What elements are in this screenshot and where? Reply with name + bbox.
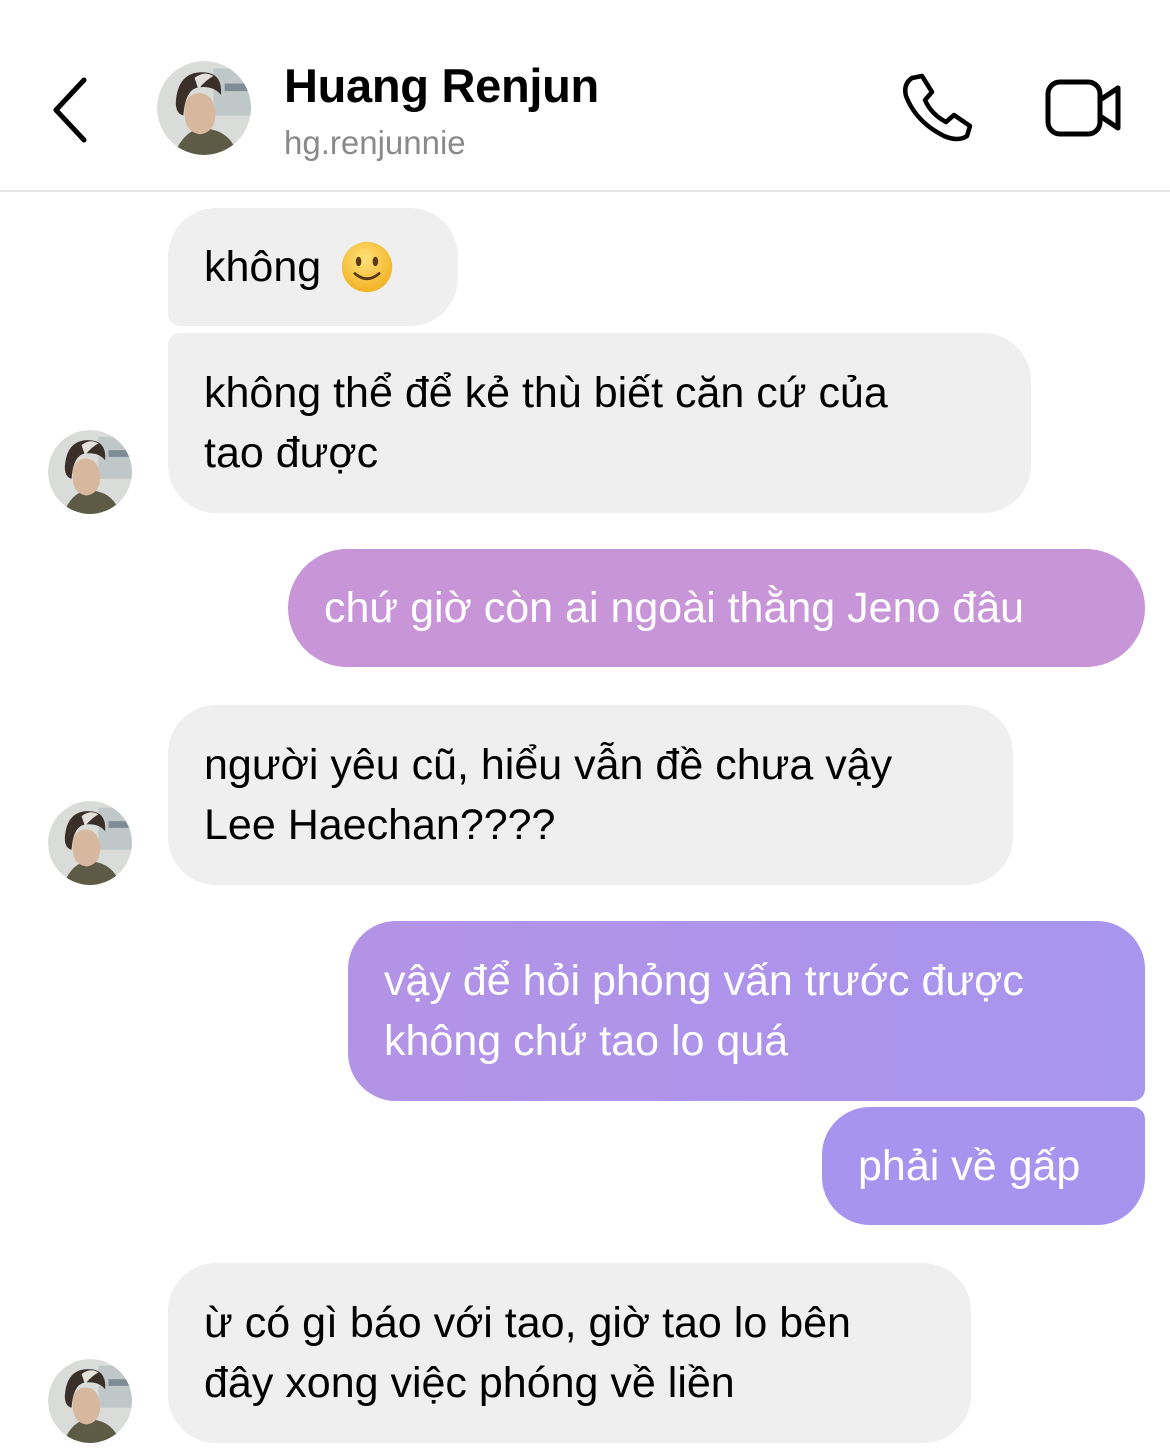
voice-call-button[interactable]	[898, 72, 974, 144]
chat-header: Huang Renjun hg.renjunnie	[0, 0, 1170, 192]
message-text: chứ giờ còn ai ngoài thằng Jeno đâu	[324, 584, 1025, 632]
slightly-smiling-face-icon	[341, 241, 393, 293]
sender-avatar[interactable]	[48, 1359, 132, 1443]
contact-avatar[interactable]	[157, 61, 251, 155]
video-call-button[interactable]	[1044, 76, 1124, 140]
message-text: không thể để kẻ thù biết căn cứ của	[204, 369, 888, 417]
message-text: không	[204, 243, 322, 291]
chevron-left-icon	[53, 77, 87, 143]
video-camera-icon	[1045, 79, 1121, 137]
message-text: phải về gấp	[858, 1142, 1081, 1190]
incoming-message[interactable]: không thể để kẻ thù biết căn cứ của tao …	[168, 333, 1031, 513]
incoming-message[interactable]: không	[168, 208, 458, 326]
incoming-message[interactable]: người yêu cũ, hiểu vẫn đề chưa vậy Lee H…	[168, 705, 1013, 885]
message-text: đây xong việc phóng về liền	[204, 1359, 735, 1407]
message-text: ừ có gì báo với tao, giờ tao lo bên	[204, 1299, 851, 1347]
sender-avatar[interactable]	[48, 801, 132, 885]
contact-username: hg.renjunnie	[284, 124, 466, 161]
message-text: tao được	[204, 429, 379, 477]
message-text: vậy để hỏi phỏng vấn trước được	[384, 957, 1024, 1005]
message-text: không chứ tao lo quá	[384, 1017, 789, 1065]
outgoing-message[interactable]: vậy để hỏi phỏng vấn trước được không ch…	[348, 921, 1145, 1101]
message-text: người yêu cũ, hiểu vẫn đề chưa vậy	[204, 741, 893, 789]
outgoing-message[interactable]: phải về gấp	[822, 1107, 1145, 1225]
contact-name[interactable]: Huang Renjun	[284, 58, 599, 113]
message-text: Lee Haechan????	[204, 801, 556, 849]
outgoing-message[interactable]: chứ giờ còn ai ngoài thằng Jeno đâu	[288, 549, 1145, 667]
back-button[interactable]	[44, 70, 104, 150]
sender-avatar[interactable]	[48, 430, 132, 514]
incoming-message[interactable]: ừ có gì báo với tao, giờ tao lo bên đây …	[168, 1263, 971, 1443]
phone-icon	[903, 73, 973, 142]
